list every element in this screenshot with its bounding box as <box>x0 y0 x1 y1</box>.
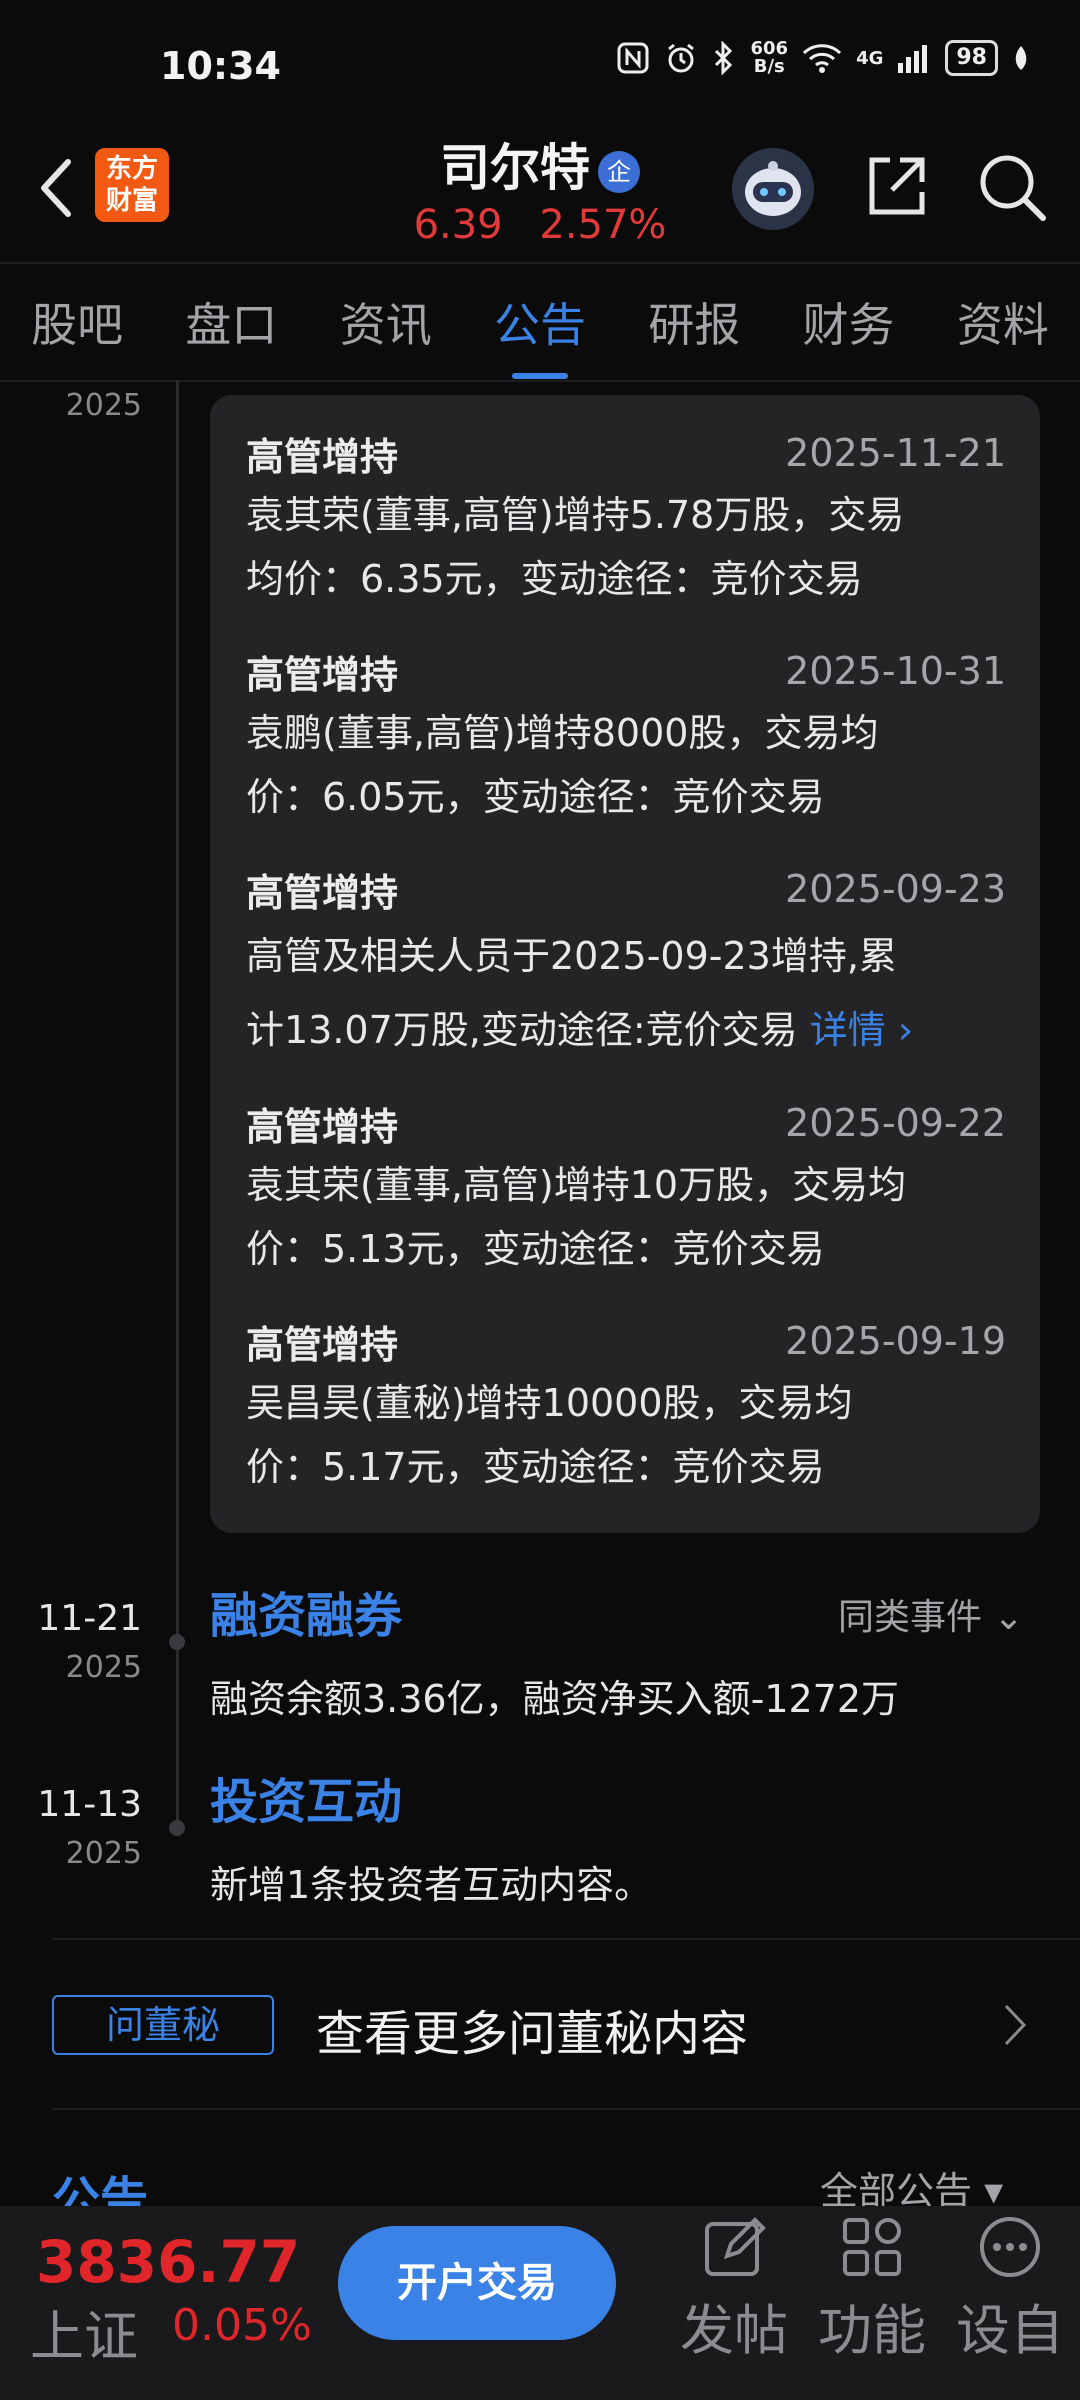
tab-profile[interactable]: 资料 <box>953 289 1053 355</box>
record-date: 2025-09-23 <box>785 867 1006 911</box>
battery-icon: 98 <box>945 40 998 76</box>
dongmi-badge: 问董秘 <box>52 1995 274 2055</box>
stock-name: 司尔特 <box>440 139 590 197</box>
list-item: 高管增持 2025-09-19 吴昌昊(董秘)增持10000股，交易均 价：5.17… <box>246 1311 1006 1499</box>
tab-news[interactable]: 资讯 <box>336 289 436 355</box>
record-line: 袁鹏(董事,高管)增持8000股，交易均 <box>246 711 879 755</box>
wifi-icon <box>803 44 842 73</box>
alarm-icon <box>668 43 695 73</box>
record-title: 高管增持 <box>246 1322 399 1367</box>
record-line: 高管及相关人员于2025-09-23增持,累 <box>246 934 897 978</box>
functions-button[interactable]: 功能 <box>802 2212 942 2365</box>
list-item: 高管增持 2025-10-31 袁鹏(董事,高管)增持8000股，交易均 价：6.0… <box>246 641 1006 829</box>
list-item: 高管增持 2025-11-21 袁其荣(董事,高管)增持5.78万股，交易 均价：6… <box>246 423 1006 611</box>
signal-label: 4G <box>856 47 884 69</box>
stock-change-pct: 2.57% <box>539 202 667 248</box>
timeline-dot <box>169 1634 185 1650</box>
timeline-line <box>176 380 179 1830</box>
net-speed: 606 B/s <box>750 40 788 76</box>
grid-icon <box>843 2218 901 2276</box>
index-change-pct[interactable]: 0.05% <box>172 2300 312 2351</box>
record-line: 吴昌昊(董秘)增持10000股，交易均 <box>246 1381 853 1425</box>
record-line: 价：5.17元，变动途径：竞价交易 <box>246 1445 825 1489</box>
event-title-margin[interactable]: 融资融券 <box>210 1576 402 1646</box>
record-line: 计13.07万股,变动途径:竞价交易 <box>246 1008 798 1052</box>
list-item: 高管增持 2025-09-23 高管及相关人员于2025-09-23增持,累 计13… <box>246 859 1006 1067</box>
tab-announcements[interactable]: 公告 <box>490 289 590 379</box>
post-label: 发帖 <box>680 2299 788 2362</box>
timeline-year: 2025 <box>65 388 142 423</box>
watchlist-label: 设自 <box>956 2299 1064 2362</box>
record-line: 袁其荣(董事,高管)增持10万股，交易均 <box>246 1163 907 1207</box>
divider <box>52 2108 1080 2110</box>
enterprise-badge: 企 <box>598 150 640 193</box>
more-icon <box>980 2217 1040 2277</box>
search-icon[interactable] <box>975 150 1051 226</box>
chevron-right-icon[interactable] <box>1000 2000 1030 2050</box>
event-year: 2025 <box>65 1836 142 1871</box>
record-date: 2025-10-31 <box>785 649 1006 693</box>
insider-buy-card[interactable]: 高管增持 2025-11-21 袁其荣(董事,高管)增持5.78万股，交易 均价：6… <box>210 395 1040 1533</box>
tab-bar: 股吧 盘口 资讯 公告 研报 财务 资料 <box>0 262 1080 382</box>
record-title: 高管增持 <box>246 1104 399 1149</box>
record-date: 2025-09-19 <box>785 1319 1006 1363</box>
same-type-events-button[interactable]: 同类事件 ⌄ <box>838 1588 1024 1640</box>
event-year: 2025 <box>65 1650 142 1685</box>
record-title: 高管增持 <box>246 652 399 697</box>
tab-guba[interactable]: 股吧 <box>27 289 127 355</box>
functions-label: 功能 <box>818 2299 926 2362</box>
record-title: 高管增持 <box>246 870 399 915</box>
record-date: 2025-09-22 <box>785 1101 1006 1145</box>
timeline-dot <box>169 1820 185 1836</box>
event-date: 11-21 <box>37 1598 142 1639</box>
list-item: 高管增持 2025-09-22 袁其荣(董事,高管)增持10万股，交易均 价：5.1… <box>246 1093 1006 1281</box>
bluetooth-icon <box>715 41 733 75</box>
stock-price: 6.39 <box>413 202 503 248</box>
tab-research[interactable]: 研报 <box>644 289 744 355</box>
tab-finance[interactable]: 财务 <box>799 289 899 355</box>
event-title-interaction[interactable]: 投资互动 <box>210 1762 402 1832</box>
record-date: 2025-11-21 <box>785 431 1006 475</box>
share-icon[interactable] <box>860 150 932 222</box>
post-button[interactable]: 发帖 <box>664 2212 804 2365</box>
signal-icon <box>898 45 928 73</box>
index-name[interactable]: 上证 <box>30 2292 138 2371</box>
divider <box>52 1938 1080 1940</box>
record-line: 价：5.13元，变动途径：竞价交易 <box>246 1227 825 1271</box>
robot-assistant-icon[interactable] <box>732 148 814 230</box>
record-line: 袁其荣(董事,高管)增持5.78万股，交易 <box>246 493 905 537</box>
tab-pankou[interactable]: 盘口 <box>181 289 281 355</box>
status-time: 10:34 <box>160 44 281 88</box>
open-account-button[interactable]: 开户交易 <box>338 2226 616 2340</box>
record-line: 价：6.05元，变动途径：竞价交易 <box>246 775 825 819</box>
event-body: 融资余额3.36亿，融资净买入额-1272万 <box>210 1677 900 1721</box>
details-link[interactable]: 详情 › <box>810 1008 913 1052</box>
leaf-icon <box>1015 46 1027 70</box>
record-title: 高管增持 <box>246 434 399 479</box>
record-line: 均价：6.35元，变动途径：竞价交易 <box>246 557 863 601</box>
net-speed-unit: B/s <box>753 56 785 77</box>
watchlist-button[interactable]: 设自 <box>940 2212 1080 2365</box>
dongmi-more-link[interactable]: 查看更多问董秘内容 <box>316 1994 748 2064</box>
edit-icon <box>705 2217 766 2276</box>
event-date: 11-13 <box>37 1784 142 1825</box>
nfc-icon <box>617 42 649 74</box>
event-body: 新增1条投资者互动内容。 <box>210 1863 653 1907</box>
status-icons: 606 B/s 4G 98 <box>616 40 1030 76</box>
index-value[interactable]: 3836.77 <box>36 2228 300 2296</box>
